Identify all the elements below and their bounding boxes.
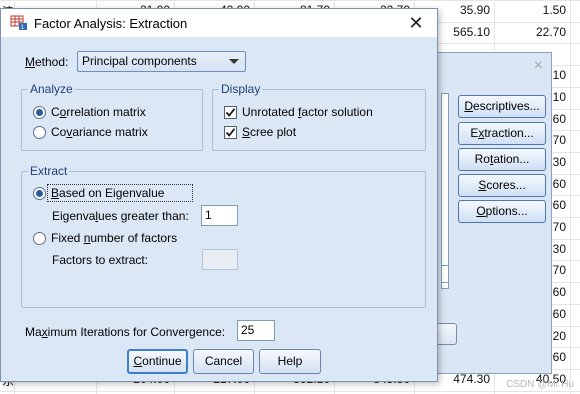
spss-app-icon: 1 bbox=[10, 15, 27, 31]
extraction-button[interactable]: Extraction... bbox=[458, 122, 546, 145]
correlation-matrix-radio[interactable] bbox=[33, 106, 46, 119]
checkmark-icon bbox=[225, 108, 236, 117]
factors-to-extract-input[interactable] bbox=[202, 249, 238, 270]
display-group-title: Display bbox=[219, 82, 263, 96]
options-button[interactable]: Options... bbox=[458, 200, 546, 223]
table-cell[interactable]: 565.10 bbox=[453, 25, 490, 39]
help-button[interactable]: Help bbox=[259, 349, 321, 374]
method-select[interactable]: Principal components bbox=[77, 51, 246, 72]
unrotated-solution-checkbox[interactable] bbox=[224, 106, 237, 119]
factors-to-extract-label: Factors to extract: bbox=[52, 253, 149, 267]
title-bar[interactable]: 1 Factor Analysis: Extraction ✕ bbox=[1, 9, 437, 37]
descriptives-button[interactable]: Descriptives... bbox=[458, 95, 546, 118]
checkmark-icon bbox=[225, 128, 236, 137]
label-text: rrelation matrix bbox=[66, 105, 146, 119]
grid-row-line bbox=[0, 0, 580, 1]
extract-group: Extract Based on Eigenvalue Eigenvalues … bbox=[21, 164, 426, 308]
label-mnemonic: M bbox=[25, 55, 35, 69]
max-iterations-label: Maximum Iterations for Convergence: bbox=[25, 325, 225, 339]
label-text: ased on Eigenvalue bbox=[59, 186, 165, 200]
extract-group-title: Extract bbox=[28, 164, 70, 178]
covariance-matrix-radio[interactable] bbox=[33, 126, 46, 139]
parent-close-icon[interactable]: × bbox=[534, 57, 543, 75]
btn-text: ontinue bbox=[142, 354, 182, 368]
scores-button[interactable]: Scores... bbox=[458, 174, 546, 197]
label-text: cree plot bbox=[250, 125, 297, 139]
display-group: Display Unrotated factor solution Scree … bbox=[212, 82, 426, 151]
scree-plot-label[interactable]: Scree plot bbox=[242, 125, 296, 139]
label-mnemonic: S bbox=[242, 125, 251, 139]
label-mnemonic: B bbox=[51, 186, 60, 200]
btn-text: Ro bbox=[474, 152, 490, 166]
label-text: umber of factors bbox=[90, 231, 178, 245]
label-text: imum Iterations for Convergence: bbox=[47, 325, 226, 339]
eigenvalue-radio[interactable] bbox=[33, 187, 46, 200]
table-cell[interactable]: 22.70 bbox=[536, 25, 566, 39]
fixed-factors-radio[interactable] bbox=[33, 232, 46, 245]
correlation-matrix-label[interactable]: Correlation matrix bbox=[51, 105, 146, 119]
analyze-group-title: Analyze bbox=[28, 82, 75, 96]
label-text: ues greater than: bbox=[98, 209, 189, 223]
btn-text: ptions... bbox=[485, 204, 528, 218]
btn-mnemonic: D bbox=[464, 99, 473, 113]
btn-mnemonic: O bbox=[476, 204, 486, 218]
btn-mnemonic: C bbox=[133, 354, 143, 368]
label-text: Eigenva bbox=[52, 209, 96, 223]
chevron-down-icon bbox=[229, 59, 239, 64]
rotation-button[interactable]: Rotation... bbox=[458, 148, 546, 171]
table-cell[interactable]: 35.90 bbox=[460, 3, 490, 17]
label-text: Fixed bbox=[51, 231, 84, 245]
close-icon[interactable]: ✕ bbox=[401, 11, 431, 35]
watermark-text: CSDN @Mr.Hu bbox=[506, 379, 574, 390]
fixed-factors-label[interactable]: Fixed number of factors bbox=[51, 231, 177, 245]
grid-row-line bbox=[0, 390, 580, 392]
extraction-dialog: 1 Factor Analysis: Extraction ✕ Method: … bbox=[0, 8, 438, 382]
analyze-group: Analyze Correlation matrix Covariance ma… bbox=[21, 82, 203, 151]
eigenvalue-threshold-input[interactable]: 1 bbox=[201, 205, 238, 226]
label-text: Unrotated bbox=[242, 105, 299, 119]
cancel-button[interactable]: Cancel bbox=[193, 349, 254, 374]
eigenvalue-threshold-label: Eigenvalues greater than: bbox=[52, 209, 189, 223]
btn-text: escriptives... bbox=[472, 99, 540, 113]
method-value: Principal components bbox=[82, 54, 197, 68]
label-text: Ma bbox=[25, 325, 42, 339]
parent-field[interactable] bbox=[441, 265, 449, 283]
continue-button[interactable]: Continue bbox=[127, 349, 188, 374]
unrotated-solution-label[interactable]: Unrotated factor solution bbox=[242, 105, 373, 119]
max-iterations-input[interactable]: 25 bbox=[237, 320, 275, 341]
label-text: Co bbox=[51, 125, 67, 139]
label-text: C bbox=[51, 105, 60, 119]
label-text: actor solution bbox=[301, 105, 373, 119]
label-text: ethod: bbox=[35, 55, 69, 69]
btn-text: traction... bbox=[484, 126, 534, 140]
btn-text: cores... bbox=[486, 178, 526, 192]
scree-plot-checkbox[interactable] bbox=[224, 126, 237, 139]
variables-list[interactable] bbox=[441, 93, 449, 289]
method-label: Method: bbox=[25, 55, 68, 69]
label-text: ariance matrix bbox=[72, 125, 148, 139]
dialog-title: Factor Analysis: Extraction bbox=[34, 16, 188, 31]
btn-text: ation... bbox=[493, 152, 530, 166]
covariance-matrix-label[interactable]: Covariance matrix bbox=[51, 125, 148, 139]
eigenvalue-label[interactable]: Based on Eigenvalue bbox=[51, 186, 164, 200]
table-cell[interactable]: 1.50 bbox=[543, 3, 566, 17]
grid-col-line bbox=[570, 0, 571, 394]
